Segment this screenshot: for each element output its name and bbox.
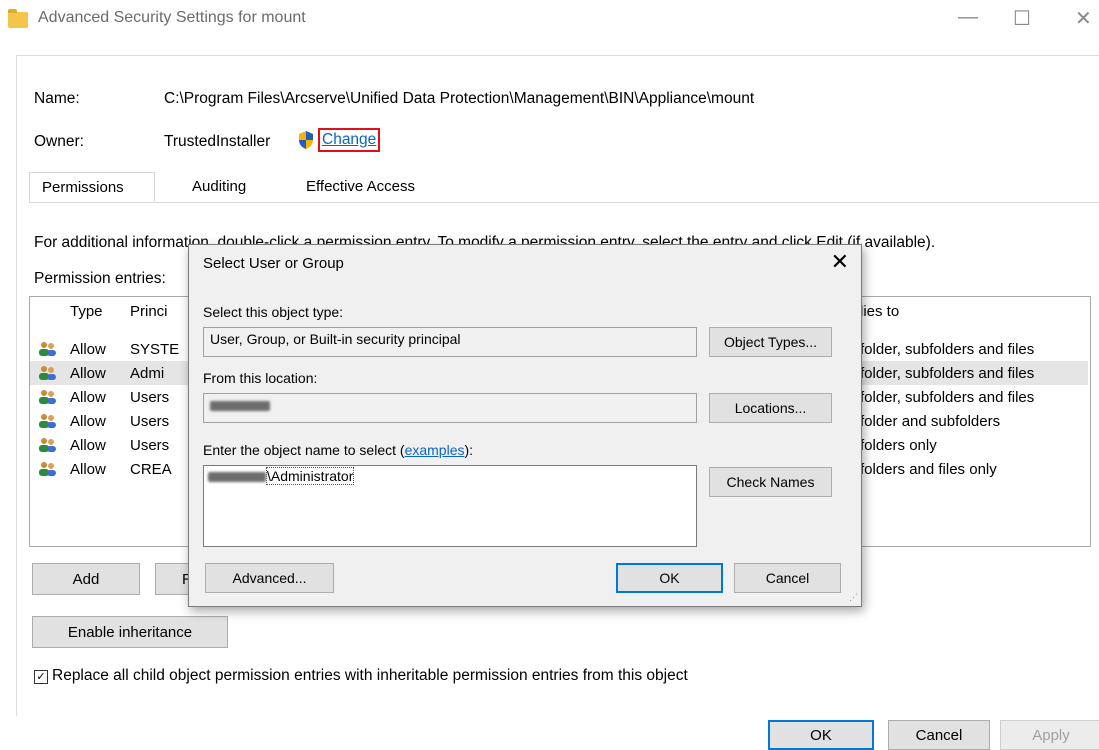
maximize-button[interactable]: ☐ xyxy=(1013,6,1031,31)
row-type: Allow xyxy=(70,413,106,430)
row-applies-to: folders and files only xyxy=(860,461,997,478)
resize-grip-icon[interactable]: ⋰ xyxy=(849,592,858,603)
location-field xyxy=(203,393,697,423)
locations-button[interactable]: Locations... xyxy=(709,393,832,423)
row-applies-to: folder and subfolders xyxy=(860,413,1001,430)
change-owner-link[interactable]: Change xyxy=(318,128,381,152)
tab-effective-access[interactable]: Effective Access xyxy=(294,172,434,202)
object-name-label-end: ): xyxy=(464,442,474,458)
examples-link[interactable]: examples xyxy=(405,442,465,458)
row-type: Allow xyxy=(70,437,106,454)
replace-permissions-checkbox[interactable]: ✓ xyxy=(34,670,48,684)
users-icon xyxy=(39,342,56,356)
row-principal: SYSTE xyxy=(130,341,180,358)
object-type-field: User, Group, or Built-in security princi… xyxy=(203,327,697,357)
users-icon xyxy=(39,366,56,380)
folder-icon xyxy=(8,9,28,28)
row-applies-to: folder, subfolders and files xyxy=(860,365,1035,382)
row-type: Allow xyxy=(70,389,106,406)
object-name-input[interactable]: \Administrator xyxy=(203,465,697,547)
apply-button: Apply xyxy=(1000,720,1099,750)
minimize-button[interactable]: — xyxy=(958,6,978,29)
window-title: Advanced Security Settings for mount xyxy=(38,9,306,26)
uac-shield-icon xyxy=(299,131,313,149)
users-icon xyxy=(39,462,56,476)
name-value: C:\Program Files\Arcserve\Unified Data P… xyxy=(164,90,755,107)
tab-strip-divider xyxy=(29,202,1099,203)
row-type: Allow xyxy=(70,365,106,382)
users-icon xyxy=(39,438,56,452)
add-button[interactable]: Add xyxy=(32,563,140,595)
users-icon xyxy=(39,414,56,428)
redacted-domain xyxy=(208,472,266,483)
object-name-label-text: Enter the object name to select ( xyxy=(203,442,405,458)
ok-button[interactable]: OK xyxy=(768,720,874,750)
row-principal: CREA xyxy=(130,461,172,478)
row-applies-to: folder, subfolders and files xyxy=(860,341,1035,358)
select-user-dialog: Select User or Group ✕ Select this objec… xyxy=(188,244,862,607)
users-icon xyxy=(39,390,56,404)
name-label: Name: xyxy=(34,90,80,107)
tab-permissions[interactable]: Permissions xyxy=(29,172,155,202)
tab-auditing[interactable]: Auditing xyxy=(180,172,280,202)
enable-inheritance-button[interactable]: Enable inheritance xyxy=(32,616,228,648)
owner-value: TrustedInstaller xyxy=(164,133,271,150)
location-label: From this location: xyxy=(203,370,318,386)
object-type-label: Select this object type: xyxy=(203,304,344,320)
cancel-button[interactable]: Cancel xyxy=(888,720,990,750)
dialog-close-button[interactable]: ✕ xyxy=(831,249,849,275)
permission-entries-label: Permission entries: xyxy=(34,270,166,287)
row-principal: Users xyxy=(130,413,170,430)
advanced-button[interactable]: Advanced... xyxy=(205,563,334,593)
dialog-ok-button[interactable]: OK xyxy=(616,563,723,593)
row-principal: Admi xyxy=(130,365,165,382)
row-applies-to: folder, subfolders and files xyxy=(860,389,1035,406)
row-principal: Users xyxy=(130,437,170,454)
column-header-type[interactable]: Type xyxy=(70,303,103,320)
column-header-applies-to[interactable]: lies to xyxy=(860,303,899,320)
replace-permissions-label: Replace all child object permission entr… xyxy=(52,667,688,684)
row-applies-to: folders only xyxy=(860,437,937,454)
column-header-principal[interactable]: Princi xyxy=(130,303,168,320)
dialog-cancel-button[interactable]: Cancel xyxy=(734,563,841,593)
dialog-title: Select User or Group xyxy=(203,255,344,272)
object-types-button[interactable]: Object Types... xyxy=(709,327,832,357)
object-name-value: \Administrator xyxy=(266,467,355,485)
row-type: Allow xyxy=(70,461,106,478)
row-type: Allow xyxy=(70,341,106,358)
check-names-button[interactable]: Check Names xyxy=(709,467,832,497)
close-button[interactable]: ✕ xyxy=(1075,6,1092,31)
redacted-location xyxy=(210,401,270,412)
owner-label: Owner: xyxy=(34,133,84,150)
object-name-label: Enter the object name to select (example… xyxy=(203,442,473,458)
row-principal: Users xyxy=(130,389,170,406)
